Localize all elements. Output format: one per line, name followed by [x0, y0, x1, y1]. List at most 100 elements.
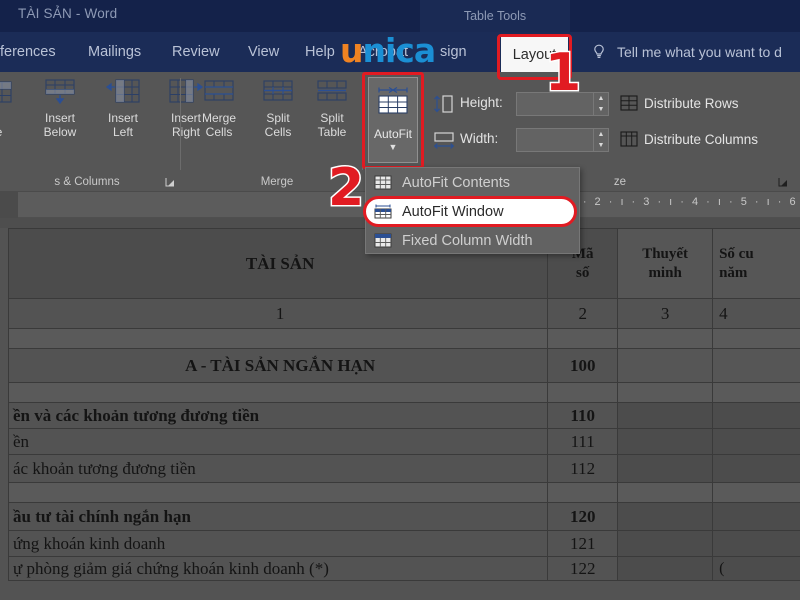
row-amount: [713, 349, 800, 383]
spacer-cell-2: [548, 383, 618, 403]
table-row: ự phòng giảm giá chứng khoán kinh doanh …: [9, 557, 800, 581]
row-label: ứng khoán kinh doanh: [9, 531, 548, 557]
tab-acrobat[interactable]: Acrobat: [358, 32, 408, 72]
spacer-cell-1: [9, 383, 548, 403]
menu-item-fixed-column-width[interactable]: Fixed Column Width: [366, 226, 579, 255]
merge-cells-label2: Cells: [206, 125, 233, 139]
lightbulb-icon: [589, 42, 609, 62]
insert-left-button[interactable]: Insert Left: [96, 78, 150, 139]
row-note: [618, 429, 713, 455]
merge-cells-label: Merge: [202, 111, 236, 125]
colnum-2: 2: [548, 299, 618, 329]
group-label-rows-columns: s & Columns: [0, 176, 182, 188]
row-amount: [713, 503, 800, 531]
row-label: A - TÀI SẢN NGẮN HẠN: [9, 349, 548, 383]
spacer-cell-2: [548, 483, 618, 503]
column-width-label: Width:: [460, 131, 498, 146]
distribute-columns-icon: [620, 131, 638, 147]
row-note: [618, 531, 713, 557]
row-height-spinner[interactable]: ▲▼: [594, 92, 609, 116]
tab-mailings[interactable]: Mailings: [88, 32, 141, 72]
spacer-cell-4: [713, 329, 800, 349]
table-row: ền và các khoản tương đương tiền 110: [9, 403, 800, 429]
document-canvas: TÀI SẢN Mã số Thuyết minh Số cu năm 1 2 …: [0, 218, 800, 600]
header-code-line2: số: [548, 264, 617, 283]
annotation-step-1: 1: [545, 47, 581, 99]
autofit-button[interactable]: AutoFit ▼: [368, 77, 418, 163]
insert-below-button[interactable]: Insert Below: [33, 78, 87, 139]
row-code: 122: [548, 557, 618, 581]
distribute-rows-label: Distribute Rows: [644, 96, 739, 111]
column-width-input[interactable]: [516, 128, 594, 152]
autofit-dropdown-menu: AutoFit Contents Fixed Column Width Auto…: [365, 167, 580, 254]
autofit-label: AutoFit: [374, 127, 412, 141]
row-code: 121: [548, 531, 618, 557]
row-amount: [713, 455, 800, 483]
table-spacer-row: [9, 383, 800, 403]
spacer-cell-1: [9, 483, 548, 503]
row-note: [618, 455, 713, 483]
menu-item-autofit-contents-label: AutoFit Contents: [402, 175, 510, 191]
height-icon: [432, 94, 456, 114]
insert-below-label: Insert: [45, 111, 75, 125]
spacer-cell-1: [9, 329, 548, 349]
spacer-cell-4: [713, 483, 800, 503]
header-note-line2: minh: [618, 264, 712, 283]
tab-references[interactable]: ferences: [0, 32, 56, 72]
tab-view[interactable]: View: [248, 32, 279, 72]
insert-above-button[interactable]: t re: [0, 78, 24, 139]
contextual-tools-label: Table Tools: [420, 0, 570, 32]
split-cells-label2: Cells: [265, 125, 292, 139]
distribute-rows-button[interactable]: Distribute Rows: [620, 92, 739, 114]
table-column-number-row: 1 2 3 4: [9, 299, 800, 329]
row-amount: [713, 429, 800, 455]
column-width-spinner[interactable]: ▲▼: [594, 128, 609, 152]
row-code: 110: [548, 403, 618, 429]
split-table-button[interactable]: Split Table: [305, 78, 359, 139]
tab-help[interactable]: Help: [305, 32, 335, 72]
spacer-cell-2: [548, 329, 618, 349]
group-separator-1: [180, 78, 181, 170]
distribute-columns-label: Distribute Columns: [644, 132, 758, 147]
insert-below-label2: Below: [44, 125, 77, 139]
tell-me-search[interactable]: Tell me what you want to d: [617, 32, 782, 72]
table-row: ầu tư tài chính ngắn hạn 120: [9, 503, 800, 531]
autofit-icon: [374, 84, 412, 123]
balance-sheet-table: TÀI SẢN Mã số Thuyết minh Số cu năm 1 2 …: [8, 228, 800, 581]
spacer-cell-3: [618, 483, 713, 503]
annotation-step-2: 2: [328, 162, 364, 214]
split-table-label2: Table: [318, 125, 347, 139]
menu-item-autofit-window[interactable]: AutoFit Window: [363, 196, 577, 227]
split-table-label: Split: [320, 111, 343, 125]
chevron-down-icon[interactable]: ▼: [389, 143, 398, 151]
row-label: ự phòng giảm giá chứng khoán kinh doanh …: [9, 557, 548, 581]
insert-below-icon: [40, 78, 80, 108]
split-cells-button[interactable]: Split Cells: [251, 78, 305, 139]
tab-design[interactable]: sign: [440, 32, 467, 72]
insert-left-label2: Left: [113, 125, 133, 139]
menu-item-autofit-window-label: AutoFit Window: [402, 204, 504, 220]
distribute-rows-icon: [620, 95, 638, 111]
row-label: ầu tư tài chính ngắn hạn: [9, 503, 548, 531]
title-bar: TÀI SẢN - Word Table Tools: [0, 0, 800, 32]
menu-item-autofit-contents[interactable]: AutoFit Contents: [366, 168, 579, 197]
table-spacer-row: [9, 483, 800, 503]
tab-review[interactable]: Review: [172, 32, 220, 72]
colnum-1: 1: [9, 299, 548, 329]
cell-size-dialog-launcher[interactable]: [777, 175, 789, 187]
row-code: 120: [548, 503, 618, 531]
insert-left-label: Insert: [108, 111, 138, 125]
colnum-3: 3: [618, 299, 713, 329]
merge-cells-button[interactable]: Merge Cells: [192, 78, 246, 139]
header-amount-line2: năm: [719, 264, 800, 283]
row-code: 111: [548, 429, 618, 455]
split-table-icon: [312, 78, 352, 108]
header-amount-line1: Số cu: [719, 245, 800, 264]
row-code: 100: [548, 349, 618, 383]
distribute-columns-button[interactable]: Distribute Columns: [620, 128, 758, 150]
menu-item-fixed-column-width-label: Fixed Column Width: [402, 233, 533, 249]
spacer-cell-3: [618, 383, 713, 403]
document-title: TÀI SẢN - Word: [18, 6, 117, 21]
header-cell-note: Thuyết minh: [618, 229, 713, 299]
row-height-label: Height:: [460, 95, 503, 110]
